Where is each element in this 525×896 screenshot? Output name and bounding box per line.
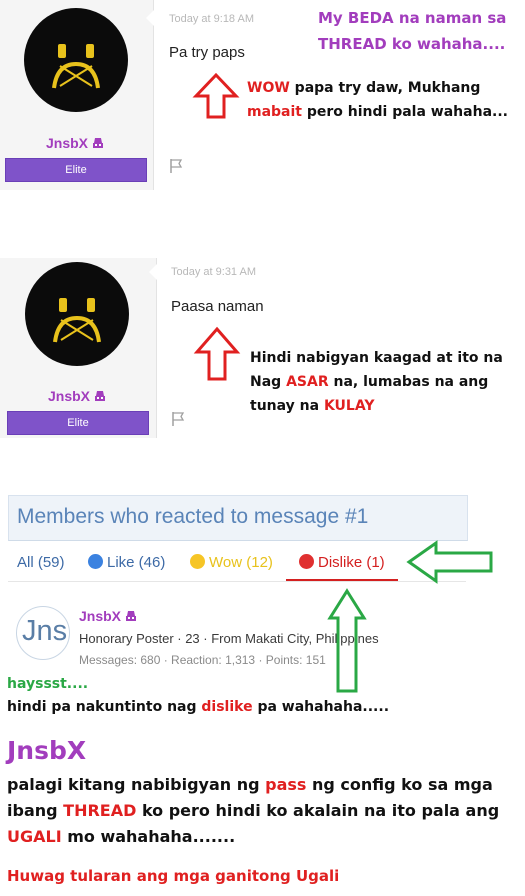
report-flag-icon[interactable]: [168, 158, 184, 174]
user-ghost-icon: [94, 389, 106, 401]
tab-dislike[interactable]: Dislike (1): [299, 554, 385, 571]
comment-paragraph: palagi kitang nabibigyan ng pass ng conf…: [7, 775, 500, 846]
post1-timestamp[interactable]: Today at 9:18 AM: [169, 13, 254, 25]
tab-like[interactable]: Like (46): [88, 554, 165, 571]
report-flag-icon[interactable]: [170, 411, 186, 427]
post1-user-badge: Elite: [5, 158, 147, 182]
comment-hayssst: hayssst....: [7, 676, 89, 692]
sad-smiley-icon: [52, 44, 100, 89]
member-avatar-text: Jns: [22, 615, 68, 647]
callout-username: JnsbX: [7, 736, 87, 765]
member-stats: Messages: 680 · Reaction: 1,313 · Points…: [79, 653, 326, 667]
green-left-arrow-icon: [406, 540, 493, 584]
reactions-title: Members who reacted to message #1: [17, 505, 369, 528]
red-up-arrow-icon: [192, 72, 240, 119]
red-up-arrow-icon: [193, 326, 241, 381]
green-up-arrow-icon: [327, 588, 367, 693]
post1-avatar[interactable]: [24, 8, 128, 112]
post2-message: Paasa naman: [171, 298, 264, 315]
user-ghost-icon: [92, 136, 104, 148]
post1-annotation-top: My BEDA na naman sa THREAD ko wahaha....: [318, 9, 507, 53]
dislike-icon: [299, 554, 314, 569]
post2-username[interactable]: JnsbX: [48, 388, 106, 404]
post1-message: Pa try paps: [169, 44, 245, 61]
tabs-divider: [8, 581, 466, 582]
post2-annotation: Hindi nabigyan kaagad at ito na Nag ASAR…: [250, 350, 503, 414]
member-avatar[interactable]: Jns: [16, 606, 70, 660]
post1-username[interactable]: JnsbX: [46, 135, 104, 151]
post2-bubble-arrow: [149, 262, 159, 282]
post2-user-badge: Elite: [7, 411, 149, 435]
sad-smiley-icon: [53, 298, 101, 343]
comment-final-warning: Huwag tularan ang mga ganitong Ugali: [7, 867, 340, 885]
post2-divider: [156, 258, 157, 438]
tab-wow[interactable]: Wow (12): [190, 554, 273, 571]
post1-divider: [153, 0, 154, 190]
tab-all[interactable]: All (59): [17, 554, 65, 571]
user-ghost-icon: [125, 609, 137, 621]
comment-dislike-line: hindi pa nakuntinto nag dislike pa wahah…: [7, 699, 390, 715]
post2-avatar[interactable]: [25, 262, 129, 366]
post2-timestamp[interactable]: Today at 9:31 AM: [171, 266, 256, 278]
wow-face-icon: [190, 554, 205, 569]
thumbs-up-icon: [88, 554, 103, 569]
post1-annotation: WOW papa try daw, Mukhang mabait pero hi…: [247, 80, 508, 120]
reactions-header: Members who reacted to message #1: [8, 495, 468, 541]
post1-bubble-arrow: [146, 8, 156, 28]
member-name[interactable]: JnsbX: [79, 608, 137, 624]
